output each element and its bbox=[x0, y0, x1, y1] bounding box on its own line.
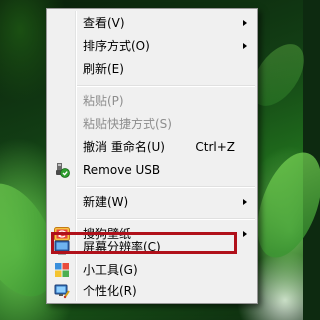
submenu-arrow-icon bbox=[243, 43, 247, 49]
gadgets-icon bbox=[54, 262, 70, 278]
menu-item-label: 排序方式(O) bbox=[83, 39, 150, 53]
menu-item-label: 粘贴快捷方式(S) bbox=[83, 117, 172, 131]
highlight-box bbox=[51, 232, 237, 254]
menu-item-label: 查看(V) bbox=[83, 16, 125, 30]
menu-item-paste-shortcut: 粘贴快捷方式(S) bbox=[49, 113, 255, 135]
menu-item-personalize[interactable]: 个性化(R) bbox=[49, 280, 255, 302]
menu-item-label: 新建(W) bbox=[83, 195, 129, 209]
menu-item-label: 撤消 重命名(U) bbox=[83, 140, 165, 154]
menu-item-shortcut: Ctrl+Z bbox=[195, 140, 235, 154]
menu-item-gadgets[interactable]: 小工具(G) bbox=[49, 259, 255, 281]
menu-separator bbox=[77, 218, 255, 220]
menu-item-undo-rename[interactable]: 撤消 重命名(U) Ctrl+Z bbox=[49, 136, 255, 158]
menu-item-label: 刷新(E) bbox=[83, 62, 124, 76]
desktop-context-menu: 查看(V) 排序方式(O) 刷新(E) 粘贴(P) 粘贴快捷方式(S) 撤消 重… bbox=[46, 8, 258, 304]
menu-item-label: 个性化(R) bbox=[83, 284, 137, 298]
menu-item-paste: 粘贴(P) bbox=[49, 90, 255, 112]
menu-separator bbox=[77, 85, 255, 87]
menu-item-sort-by[interactable]: 排序方式(O) bbox=[49, 35, 255, 57]
menu-item-refresh[interactable]: 刷新(E) bbox=[49, 58, 255, 80]
usb-shield-icon bbox=[54, 162, 70, 178]
submenu-arrow-icon bbox=[243, 199, 247, 205]
menu-item-new[interactable]: 新建(W) bbox=[49, 191, 255, 213]
menu-separator bbox=[77, 186, 255, 188]
menu-item-remove-usb[interactable]: Remove USB bbox=[49, 159, 255, 181]
menu-item-label: 小工具(G) bbox=[83, 263, 138, 277]
personalize-icon bbox=[54, 283, 70, 299]
menu-item-label: Remove USB bbox=[83, 163, 161, 177]
menu-item-label: 粘贴(P) bbox=[83, 94, 124, 108]
menu-item-view[interactable]: 查看(V) bbox=[49, 12, 255, 34]
submenu-arrow-icon bbox=[243, 20, 247, 26]
